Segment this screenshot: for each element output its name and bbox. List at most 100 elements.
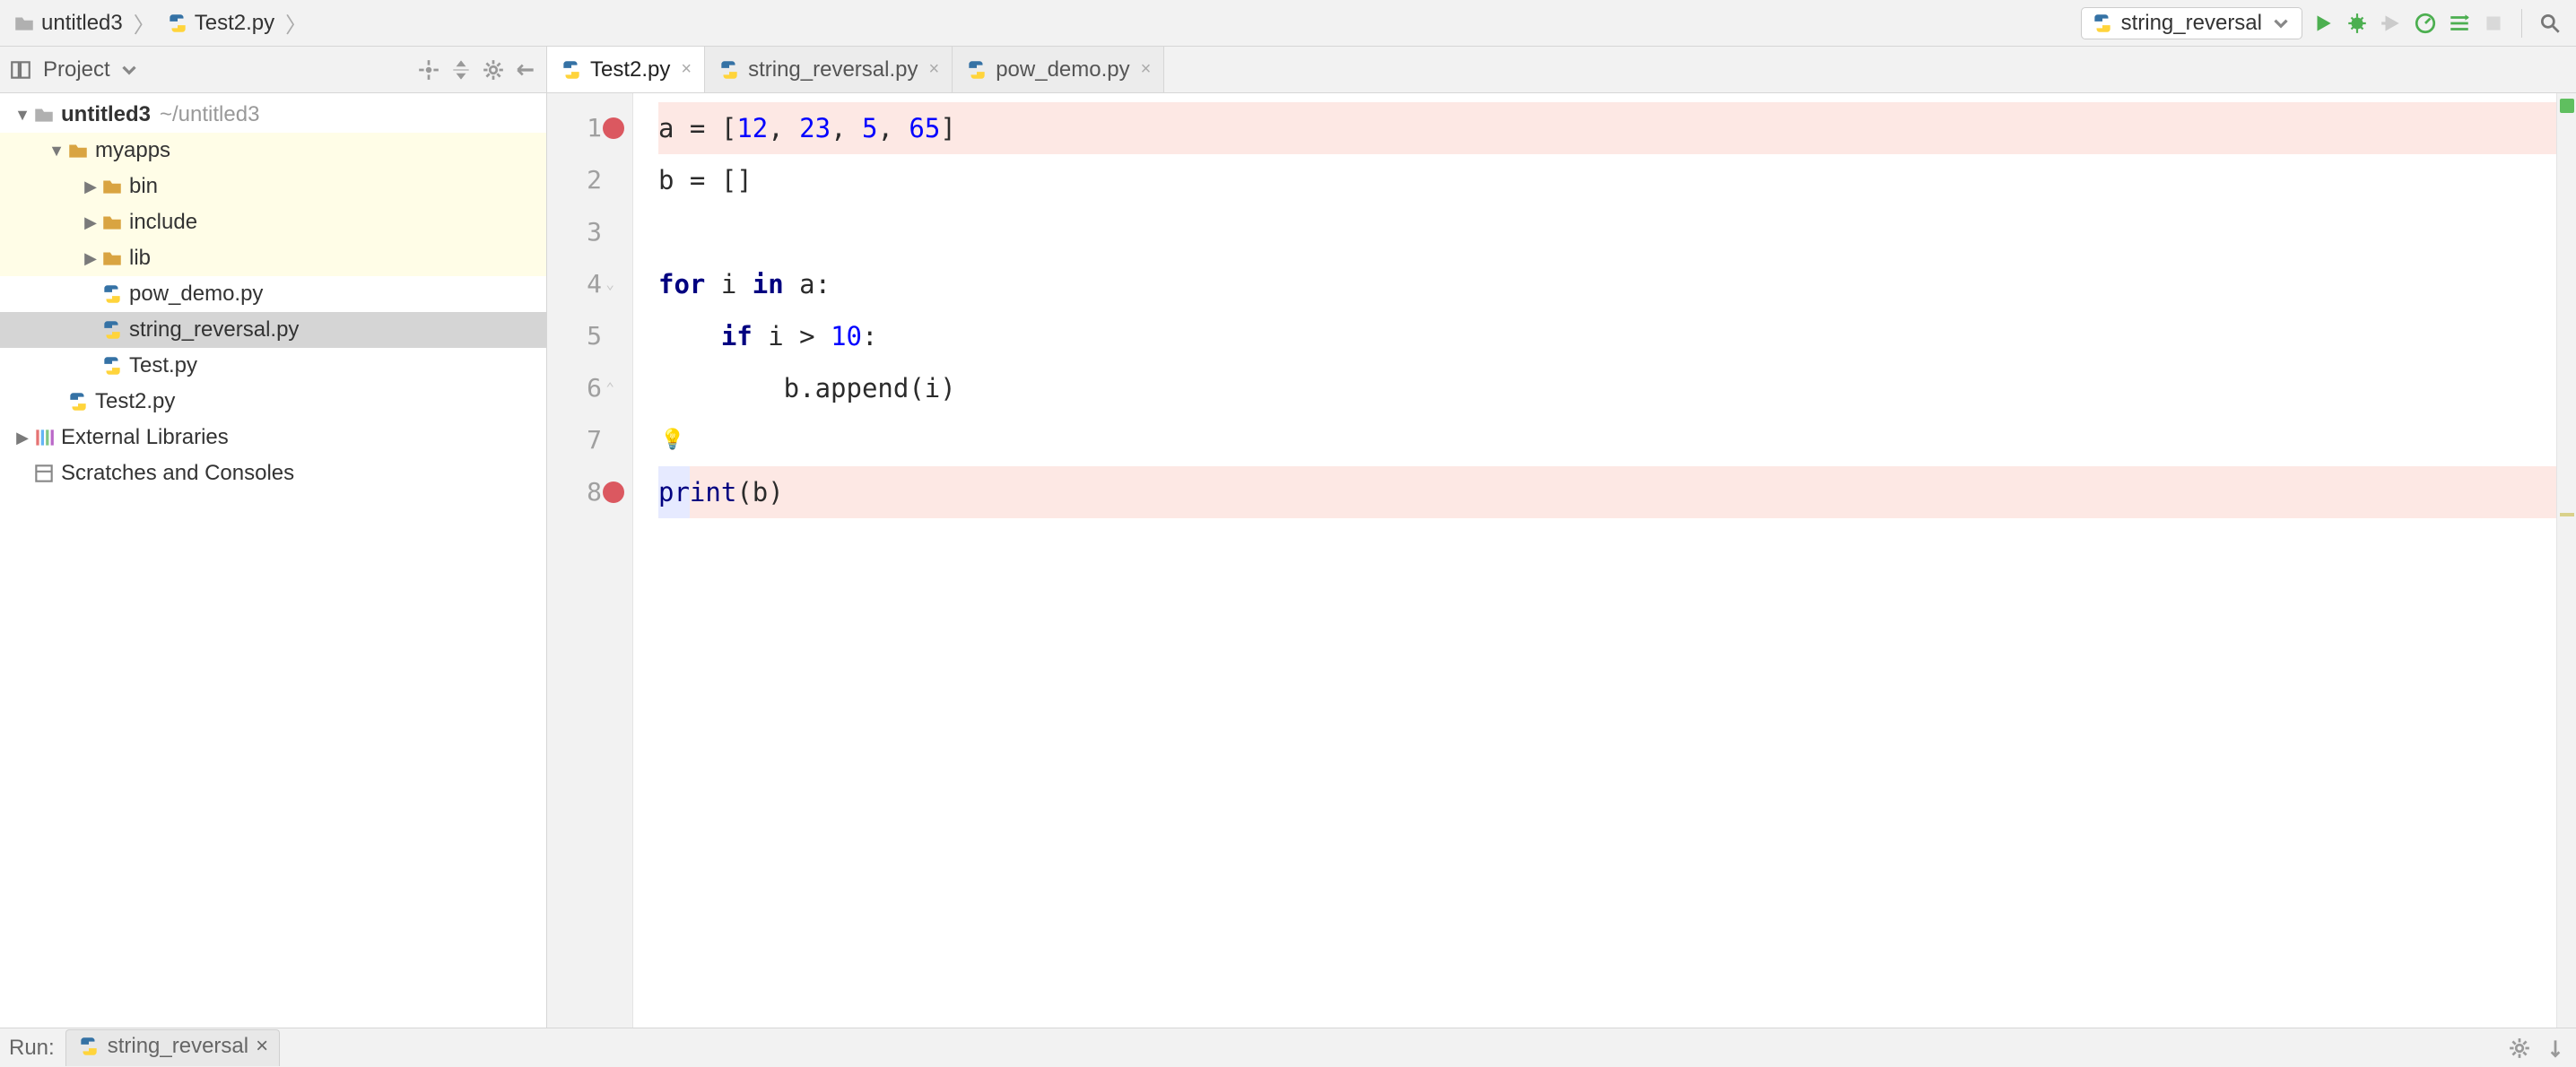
tree-twisty[interactable]: ▼ [47, 142, 66, 160]
run-config-label: string_reversal [2121, 11, 2262, 36]
search-icon[interactable] [2538, 12, 2562, 35]
tree-row[interactable]: ▼myapps [0, 133, 546, 169]
tree-row[interactable]: ▼untitled3~/untitled3 [0, 97, 546, 133]
expand-all-icon[interactable] [449, 58, 473, 82]
soft-wrap-icon[interactable] [2544, 1037, 2567, 1060]
line-number[interactable]: 2 [547, 154, 602, 206]
close-icon[interactable]: × [681, 59, 692, 80]
run-config-selector[interactable]: string_reversal [2081, 7, 2302, 39]
code-token: if [721, 321, 753, 351]
editor-tab[interactable]: Test2.py × [547, 47, 705, 92]
gear-icon[interactable] [2508, 1037, 2531, 1060]
tree-row[interactable]: ▶lib [0, 240, 546, 276]
tree-twisty[interactable]: ▶ [81, 213, 100, 232]
tree-label: Scratches and Consoles [61, 461, 294, 486]
code-line[interactable]: if i > 10: [658, 310, 2556, 362]
editor-tabs: Test2.py×string_reversal.py×pow_demo.py× [547, 47, 2576, 93]
line-number[interactable]: 4⌄ [547, 258, 602, 310]
profile-icon[interactable] [2414, 12, 2437, 35]
editor-tab[interactable]: pow_demo.py × [953, 47, 1164, 92]
code-token: b = [] [658, 165, 753, 195]
tree-twisty[interactable]: ▶ [13, 429, 32, 447]
breadcrumb-separator: 〉 [285, 7, 307, 39]
code-token: 12 [736, 113, 768, 143]
breakpoint-icon[interactable] [603, 481, 624, 503]
line-number[interactable]: 7 [547, 414, 602, 466]
line-number[interactable]: 1 [547, 102, 602, 154]
caret-selection: pr [658, 466, 690, 518]
python-icon [2091, 12, 2114, 35]
code-token: a: [784, 269, 831, 299]
editor-code[interactable]: a = [12, 23, 5, 65] b = [] for i in a: if … [633, 93, 2556, 1028]
locate-icon[interactable] [417, 58, 440, 82]
editor-gutter[interactable]: 1234⌄56⌃78 [547, 93, 633, 1028]
tree-row[interactable]: pow_demo.py [0, 276, 546, 312]
debug-icon[interactable] [2345, 12, 2369, 35]
folder-icon [13, 12, 36, 35]
code-token: in [753, 269, 784, 299]
chevron-down-icon[interactable] [117, 58, 141, 82]
intention-bulb-icon[interactable]: 💡 [660, 414, 684, 466]
code-token: : [862, 321, 877, 351]
code-line[interactable]: print(b) [658, 466, 2556, 518]
tree-twisty[interactable]: ▶ [81, 178, 100, 196]
code-token: 10 [831, 321, 862, 351]
project-title: Project [43, 57, 110, 82]
close-icon[interactable]: × [256, 1034, 268, 1059]
project-view-icon[interactable] [9, 58, 32, 82]
line-number[interactable]: 3 [547, 206, 602, 258]
code-line[interactable] [658, 206, 2556, 258]
gear-icon[interactable] [482, 58, 505, 82]
fold-end-icon[interactable]: ⌃ [605, 362, 614, 414]
line-number[interactable]: 5 [547, 310, 602, 362]
run-tab[interactable]: string_reversal × [65, 1029, 280, 1066]
folder-open-y-icon [66, 139, 90, 162]
code-token: , [831, 113, 862, 143]
breadcrumb-item[interactable]: untitled3 [7, 9, 128, 38]
project-tree[interactable]: ▼untitled3~/untitled3▼myapps ▶ bin ▶ include… [0, 93, 546, 491]
run-icon[interactable] [2311, 12, 2335, 35]
code-line[interactable]: a = [12, 23, 5, 65] [658, 102, 2556, 154]
tree-row[interactable]: ▶External Libraries [0, 420, 546, 455]
pyfile-icon [100, 318, 124, 342]
tree-label: string_reversal.py [129, 317, 299, 343]
run-concurrent-icon[interactable] [2448, 12, 2471, 35]
fold-start-icon[interactable]: ⌄ [605, 258, 614, 310]
editor-tab-label: pow_demo.py [996, 57, 1129, 82]
inspection-ok-icon [2560, 99, 2574, 113]
code-line[interactable]: for i in a: [658, 258, 2556, 310]
tree-label: include [129, 210, 197, 235]
breakpoint-icon[interactable] [603, 117, 624, 139]
tree-label: bin [129, 174, 158, 199]
editor-tab-label: Test2.py [590, 57, 670, 82]
code-token: b.append(i) [658, 373, 956, 403]
tree-row[interactable]: ▶ bin [0, 169, 546, 204]
warning-mark[interactable] [2560, 513, 2574, 516]
tree-row[interactable]: Scratches and Consoles [0, 455, 546, 491]
tree-row[interactable]: ▶ include [0, 204, 546, 240]
tree-row[interactable]: Test2.py [0, 384, 546, 420]
tree-row[interactable]: Test.py [0, 348, 546, 384]
scratch-icon [32, 462, 56, 485]
pyfile-icon [100, 282, 124, 306]
close-icon[interactable]: × [1141, 59, 1152, 80]
breadcrumb-separator: 〉 [134, 7, 155, 39]
code-token: 5 [862, 113, 877, 143]
code-line[interactable]: 💡 [658, 414, 2556, 466]
stop-icon[interactable] [2482, 12, 2505, 35]
close-icon[interactable]: × [929, 59, 940, 80]
code-line[interactable]: b = [] [658, 154, 2556, 206]
toolbar-separator [2521, 9, 2522, 38]
tree-row[interactable]: string_reversal.py [0, 312, 546, 348]
tree-twisty[interactable]: ▼ [13, 106, 32, 125]
hide-icon[interactable] [514, 58, 537, 82]
code-line[interactable]: b.append(i) [658, 362, 2556, 414]
run-coverage-icon[interactable] [2380, 12, 2403, 35]
editor-tab[interactable]: string_reversal.py× [705, 47, 953, 92]
folder-icon [32, 103, 56, 126]
error-stripe[interactable] [2556, 93, 2576, 1028]
line-number[interactable]: 6⌃ [547, 362, 602, 414]
line-number[interactable]: 8 [547, 466, 602, 518]
tree-twisty[interactable]: ▶ [81, 249, 100, 268]
breadcrumb-item[interactable]: Test2.py [161, 9, 280, 38]
